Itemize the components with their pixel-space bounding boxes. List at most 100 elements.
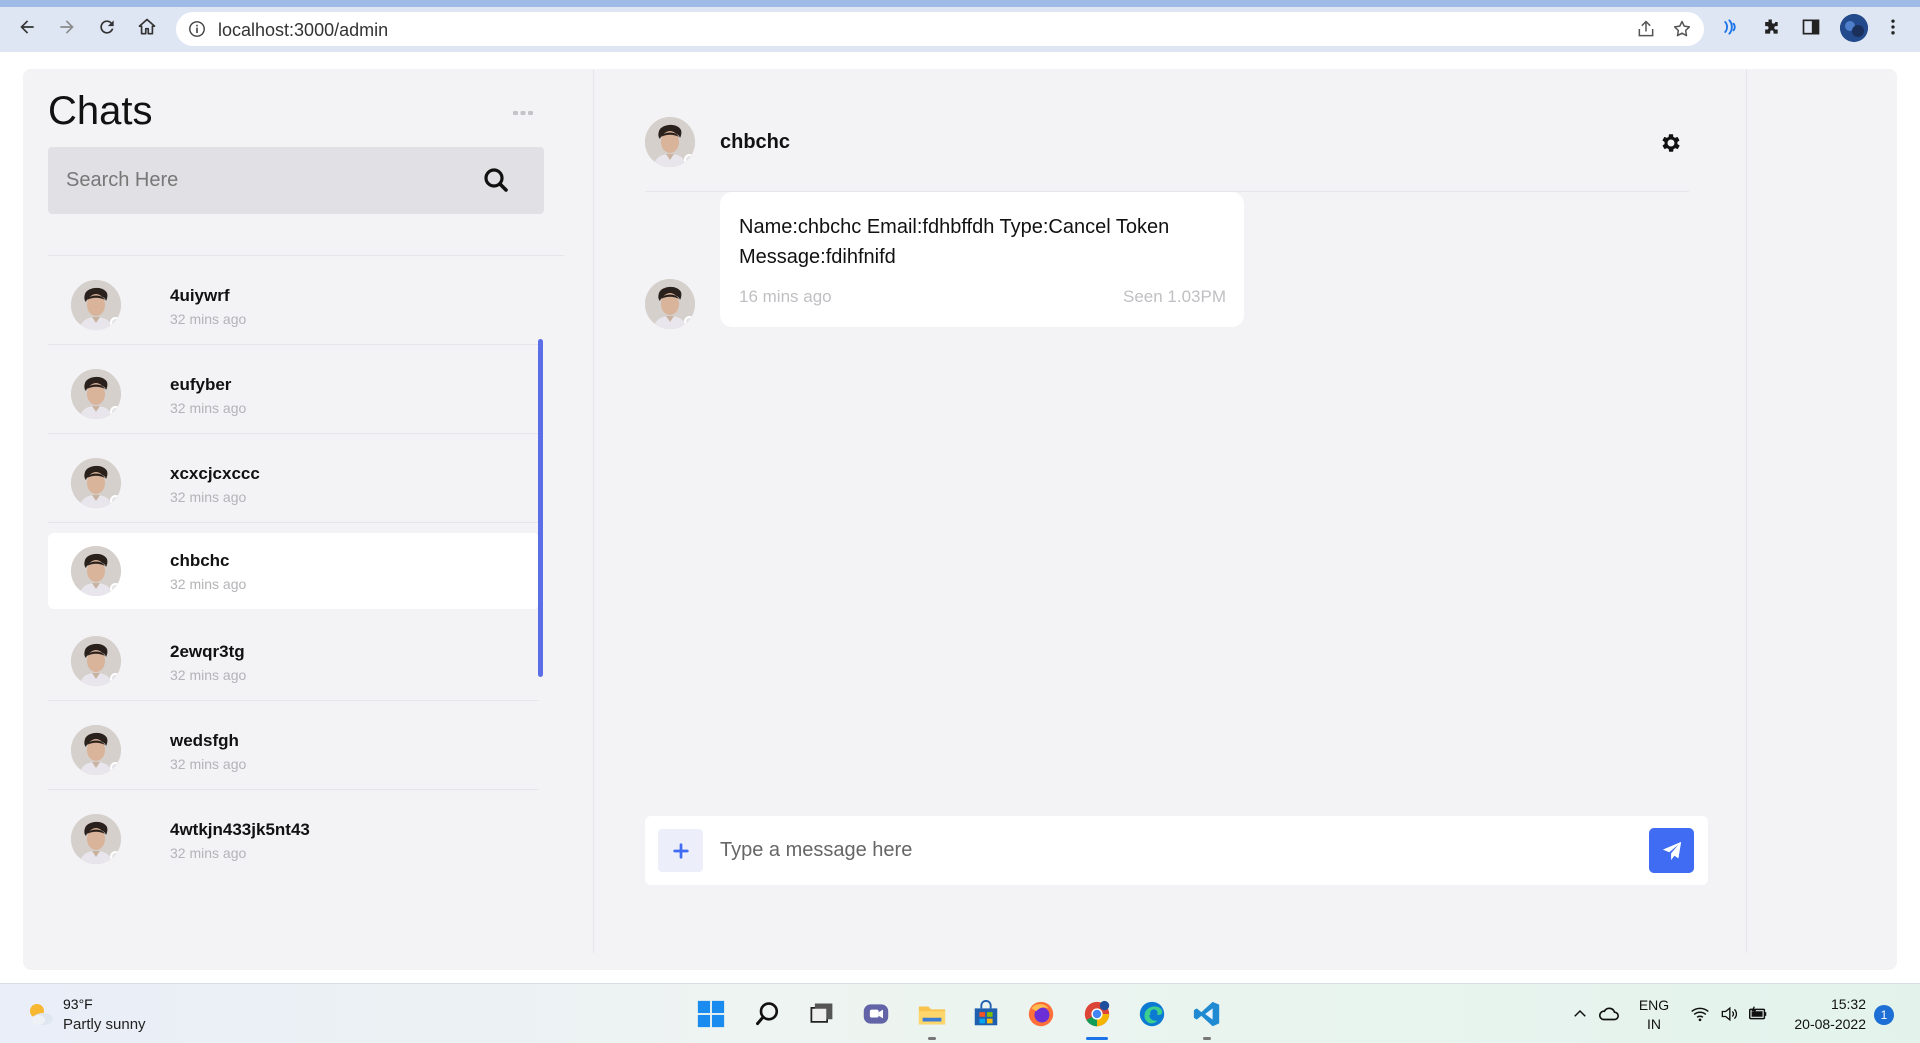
weather-description[interactable]: Partly sunny (63, 1016, 146, 1033)
task-view-icon[interactable] (805, 998, 837, 1030)
chat-list-item[interactable]: 4wtkjn433jk5nt43 32 mins ago (48, 790, 539, 875)
search-icon[interactable] (752, 998, 784, 1030)
chat-last-seen: 32 mins ago (170, 756, 247, 772)
chat-name: 4uiywrf (170, 286, 230, 305)
message-time: 16 mins ago (739, 287, 832, 306)
language-indicator[interactable]: ENG (1636, 997, 1672, 1013)
edge-icon[interactable] (1136, 998, 1168, 1030)
message-text: Name:chbchc Email:fdhbffdh Type:Cancel T… (739, 216, 1170, 268)
extension-wave-icon[interactable] (1720, 16, 1742, 38)
online-status-dot (110, 851, 121, 862)
avatar (71, 636, 121, 686)
share-icon[interactable] (1636, 19, 1656, 39)
weather-temperature[interactable]: 93°F (63, 996, 93, 1012)
chat-list-item[interactable]: eufyber 32 mins ago (48, 345, 539, 434)
teams-chat-icon[interactable] (860, 998, 892, 1030)
region-indicator[interactable]: IN (1636, 1016, 1672, 1032)
address-bar[interactable]: localhost:3000/admin (176, 12, 1704, 46)
chat-app: Chats 4uiywrf 32 mins ago eufyber 32 mins a… (23, 69, 1897, 970)
avatar (645, 117, 695, 167)
microsoft-store-icon[interactable] (970, 998, 1002, 1030)
info-icon[interactable] (188, 20, 206, 38)
chat-name: wedsfgh (170, 731, 239, 750)
wifi-icon[interactable] (1684, 998, 1716, 1030)
extensions-puzzle-icon[interactable] (1760, 16, 1782, 38)
chat-sidebar: Chats 4uiywrf 32 mins ago eufyber 32 mins a… (23, 69, 594, 953)
notification-badge[interactable]: 1 (1874, 1005, 1894, 1025)
reload-button[interactable] (94, 14, 120, 40)
more-options-icon[interactable] (512, 109, 534, 117)
chat-list-item[interactable]: chbchc 32 mins ago (48, 533, 539, 609)
home-icon (138, 18, 156, 35)
online-status-dot (110, 583, 121, 594)
browser-menu-icon[interactable] (1882, 16, 1904, 38)
message-bubble: Name:chbchc Email:fdhbffdh Type:Cancel T… (720, 192, 1244, 327)
browser-tab-strip (0, 0, 1920, 7)
online-status-dot (110, 673, 121, 684)
conversation-pane: chbchc Name:chbchc Email:fdhbffdh Type:C… (595, 69, 1747, 953)
home-button[interactable] (134, 14, 160, 40)
message-input[interactable] (720, 816, 1600, 885)
plus-icon (672, 842, 689, 859)
clock-date[interactable]: 20-08-2022 (1782, 1016, 1866, 1032)
chrome-icon[interactable] (1081, 998, 1113, 1030)
chat-name: 2ewqr3tg (170, 642, 245, 661)
message-avatar (645, 279, 695, 329)
chat-list: 4uiywrf 32 mins ago eufyber 32 mins ago xcxc… (48, 255, 564, 875)
online-status-dot (110, 495, 121, 506)
chat-list-item[interactable]: xcxcjcxccc 32 mins ago (48, 434, 539, 523)
attach-button[interactable] (658, 829, 703, 872)
back-button[interactable] (14, 14, 40, 40)
online-status-dot (110, 406, 121, 417)
windows-start-icon[interactable] (695, 998, 727, 1030)
battery-charging-icon[interactable] (1742, 998, 1774, 1030)
chat-avatar (71, 369, 121, 419)
partly-sunny-icon[interactable] (25, 999, 55, 1029)
chat-list-item[interactable]: wedsfgh 32 mins ago (48, 701, 539, 790)
chat-list-scrollbar[interactable] (538, 339, 543, 677)
chat-last-seen: 32 mins ago (170, 311, 247, 327)
vscode-indicator (1203, 1037, 1211, 1040)
profile-avatar[interactable] (1840, 14, 1868, 42)
gear-icon[interactable] (1659, 131, 1683, 155)
chat-list-item[interactable]: 2ewqr3tg 32 mins ago (48, 612, 539, 701)
online-status-dot (110, 317, 121, 328)
chat-avatar (71, 458, 121, 508)
contact-avatar[interactable] (645, 117, 695, 167)
chat-last-seen: 32 mins ago (170, 576, 247, 592)
chat-list-item[interactable]: 4uiywrf 32 mins ago (48, 256, 539, 345)
chat-name: eufyber (170, 375, 232, 394)
chat-avatar (71, 636, 121, 686)
arrow-right-icon (60, 20, 74, 34)
windows-taskbar: 93°F Partly sunny ENG IN 15:32 20-08-202… (0, 983, 1920, 1043)
chat-avatar (71, 280, 121, 330)
forward-button[interactable] (54, 14, 80, 40)
chat-last-seen: 32 mins ago (170, 667, 247, 683)
firefox-icon[interactable] (1025, 998, 1057, 1030)
avatar (71, 458, 121, 508)
clock-time[interactable]: 15:32 (1782, 996, 1866, 1012)
message-seen-status: Seen 1.03PM (1122, 287, 1226, 306)
avatar (71, 814, 121, 864)
send-button[interactable] (1649, 828, 1694, 873)
browser-toolbar: localhost:3000/admin (0, 0, 1920, 52)
bookmark-star-icon[interactable] (1672, 19, 1692, 39)
chat-avatar (71, 546, 121, 596)
arrow-left-icon (20, 20, 34, 34)
search-input[interactable] (66, 147, 466, 214)
search-icon[interactable] (482, 166, 510, 194)
url-text[interactable]: localhost:3000/admin (218, 20, 388, 41)
sidebar-title: Chats (48, 89, 153, 133)
avatar (71, 280, 121, 330)
online-status-dot (110, 762, 121, 773)
vscode-icon[interactable] (1191, 998, 1223, 1030)
avatar (71, 725, 121, 775)
chat-last-seen: 32 mins ago (170, 845, 247, 861)
onedrive-cloud-icon[interactable] (1593, 998, 1625, 1030)
side-panel-icon[interactable] (1800, 16, 1822, 38)
avatar (71, 546, 121, 596)
file-explorer-icon[interactable] (916, 998, 948, 1030)
avatar (645, 279, 695, 329)
chevron-up-icon[interactable] (1564, 998, 1596, 1030)
volume-icon[interactable] (1713, 998, 1745, 1030)
